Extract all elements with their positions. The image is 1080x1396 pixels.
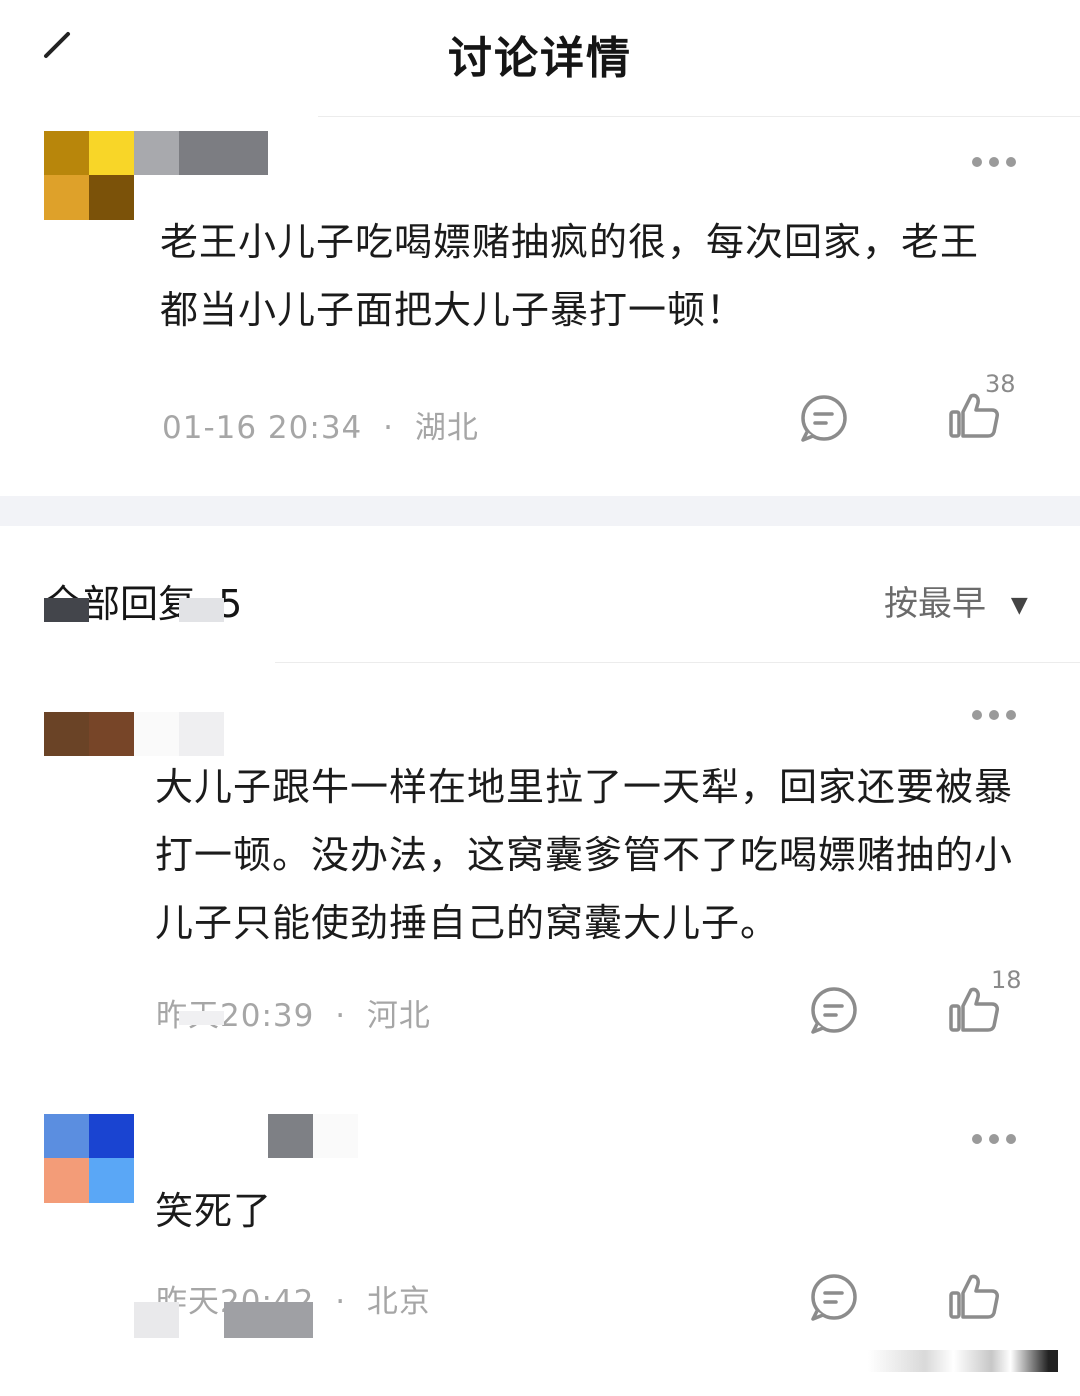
reply-text: 大儿子跟牛一样在地里拉了一天犁，回家还要被暴打一顿。没办法，这窝囊爹管不了吃喝嫖…: [155, 765, 1014, 945]
replies-divider: [275, 662, 1080, 663]
like-count: 18: [991, 966, 1022, 994]
comment-icon[interactable]: [798, 392, 850, 444]
header-divider: [318, 116, 1080, 117]
thumbs-up-icon[interactable]: [948, 1271, 1000, 1323]
meta-separator: ·: [335, 998, 347, 1034]
post-time: 01-16 20:34: [162, 410, 363, 446]
comment-icon[interactable]: [808, 1271, 860, 1323]
reply-text: 笑死了: [155, 1189, 273, 1233]
sort-label: 按最早: [884, 584, 986, 624]
comment-icon[interactable]: [808, 984, 860, 1036]
more-options-icon[interactable]: [972, 157, 1016, 167]
post-text: 老王小儿子吃喝嫖赌抽疯的很，每次回家，老王都当小儿子面把大儿子暴打一顿！: [160, 220, 980, 332]
like-count: 38: [985, 370, 1016, 398]
meta-separator: ·: [335, 1284, 347, 1320]
chevron-down-icon: ▼: [1010, 593, 1028, 618]
section-divider: [0, 496, 1080, 526]
reply-location: 河北: [366, 998, 431, 1034]
meta-separator: ·: [383, 410, 394, 446]
more-options-icon[interactable]: [972, 710, 1016, 720]
reply-location: 北京: [366, 1284, 431, 1320]
sort-dropdown[interactable]: 按最早 ▼: [884, 576, 1028, 625]
post-meta: 01-16 20:34 · 湖北: [162, 402, 479, 447]
page-title: 讨论详情: [448, 33, 632, 84]
post-location: 湖北: [414, 410, 479, 446]
more-options-icon[interactable]: [972, 1134, 1016, 1144]
